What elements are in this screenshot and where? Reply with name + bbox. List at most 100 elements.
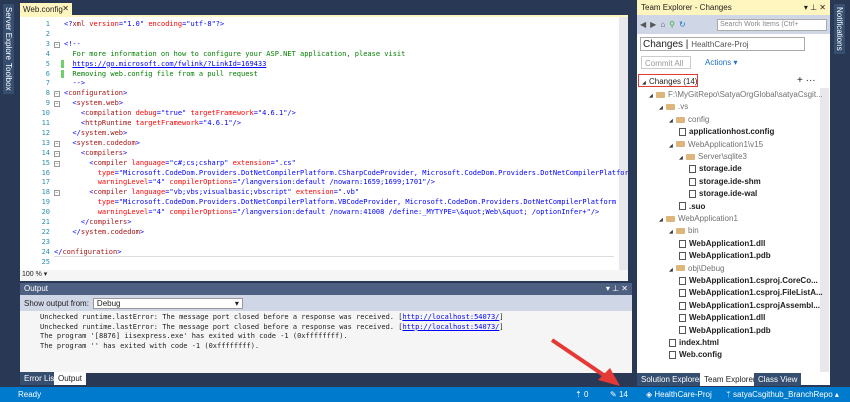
tree-folder[interactable]: ◢ .vs (659, 102, 688, 114)
search-work-items-input[interactable]: Search Work Items (Ctrl+ (717, 18, 827, 31)
code-line: <compilation debug="true" targetFramewor… (64, 109, 296, 118)
file-icon (679, 128, 686, 137)
output-link[interactable]: http://localhost:54073/ (402, 313, 499, 321)
line-number: 7 (45, 79, 50, 88)
tree-file[interactable]: index.html (669, 338, 719, 350)
fold-toggle[interactable]: − (54, 160, 60, 167)
code-editor[interactable]: 1 <?xml version="1.0" encoding="utf-8"?> 2… (20, 15, 628, 270)
tree-file[interactable]: .suo (679, 202, 705, 214)
tree-file[interactable]: WebApplication1.csprojAssembl... (679, 301, 820, 313)
output-title: Output (24, 284, 49, 293)
tree-item-label: storage.ide-shm (699, 176, 761, 186)
unpushed-commits[interactable]: ⇡ 0 (575, 390, 588, 399)
output-source-select[interactable]: Debug ▾ (92, 297, 243, 309)
expand-icon[interactable]: ◢ (649, 93, 656, 99)
tree-file[interactable]: WebApplication1.dll (679, 239, 765, 251)
pending-changes[interactable]: ✎ 14 (610, 390, 628, 399)
page-title[interactable]: Changes | HealthCare-Proj (640, 37, 805, 51)
tree-folder[interactable]: ◢ bin (669, 226, 699, 238)
doc-tab-label: Web.config (23, 5, 63, 14)
tree-file[interactable]: storage.ide-wal (689, 189, 757, 201)
connect-icon[interactable]: ⚲ (669, 20, 675, 29)
refresh-icon[interactable]: ↻ (679, 20, 686, 29)
file-icon (679, 289, 686, 298)
add-icon[interactable]: + ··· (797, 75, 816, 86)
notifications-tab[interactable]: Notifications (834, 4, 845, 54)
tree-folder[interactable]: ◢ F:\MyGitRepo\SatyaOrgGlobal\satyaCsgit.… (649, 90, 823, 102)
tree-file[interactable]: storage.ide (689, 164, 742, 176)
file-icon (679, 252, 686, 261)
expand-icon[interactable]: ◢ (669, 267, 676, 273)
tree-item-label: WebApplication1.pdb (689, 325, 771, 335)
expand-icon[interactable]: ◢ (669, 229, 676, 235)
expand-icon[interactable]: ◢ (669, 118, 676, 124)
expand-icon[interactable]: ◢ (659, 217, 666, 223)
tree-folder[interactable]: ◢ WebApplication1 (659, 214, 738, 226)
tree-folder[interactable]: ◢ config (669, 115, 709, 127)
tree-file[interactable]: WebApplication1.dll (679, 313, 765, 325)
line-number: 18 (41, 188, 50, 197)
expand-icon[interactable]: ◢ (669, 143, 676, 149)
fold-toggle[interactable]: − (54, 140, 60, 147)
line-number: 16 (41, 168, 50, 177)
status-project[interactable]: ◈ HealthCare-Proj (646, 390, 712, 399)
fold-toggle[interactable]: − (54, 41, 60, 48)
actions-label: Actions (705, 58, 732, 67)
tree-file[interactable]: WebApplication1.pdb (679, 326, 771, 338)
line-number: 14 (41, 148, 50, 157)
fold-toggle[interactable]: − (54, 91, 60, 98)
status-branch[interactable]: ᛘ satyaCsgithub_BranchRepo ▴ (726, 390, 839, 399)
tab-class-view[interactable]: Class View (754, 373, 802, 386)
line-number: 6 (45, 69, 50, 78)
tree-file[interactable]: WebApplication1.pdb (679, 251, 771, 263)
close-icon[interactable]: ✕ (62, 4, 69, 13)
tree-file[interactable]: WebApplication1.csproj.FileListA... (679, 288, 823, 300)
folder-icon (676, 265, 685, 272)
tree-scrollbar[interactable] (820, 88, 829, 372)
folder-icon (686, 153, 695, 160)
fold-toggle[interactable]: − (54, 190, 60, 197)
fold-toggle[interactable]: − (54, 150, 60, 157)
server-explorer-tab[interactable]: Server Explorer (3, 4, 14, 66)
zoom-level[interactable]: 100 % (20, 271, 42, 278)
code-line: <httpRuntime targetFramework="4.6.1"/> (64, 119, 242, 127)
tree-file[interactable]: storage.ide-shm (689, 177, 761, 189)
code-line: <compiler language="c#;cs;csharp" extens… (64, 158, 296, 167)
line-number: 5 (45, 59, 50, 68)
actions-menu[interactable]: Actions ▾ (705, 58, 737, 67)
editor-scrollbar[interactable] (619, 17, 628, 270)
expand-icon[interactable]: ◢ (679, 155, 686, 161)
forward-icon[interactable]: ▶ (650, 20, 656, 29)
tab-output[interactable]: Output (54, 372, 87, 385)
output-link[interactable]: http://localhost:54073/ (402, 323, 499, 331)
output-source-value: Debug (96, 298, 121, 308)
fold-toggle[interactable]: − (54, 101, 60, 108)
tree-file[interactable]: WebApplication1.csproj.CoreCo... (679, 276, 818, 288)
tab-solution-explorer[interactable]: Solution Explorer (637, 373, 706, 386)
code-line: <system.codedom> (64, 138, 140, 147)
tree-folder[interactable]: ◢ Server\sqlite3 (679, 152, 747, 164)
tree-item-label: WebApplication1.dll (689, 313, 766, 323)
commit-all-button[interactable]: Commit All (641, 56, 691, 69)
back-icon[interactable]: ◀ (640, 20, 646, 29)
tree-folder[interactable]: ◢ obj\Debug (669, 264, 724, 276)
tree-file[interactable]: Web.config (669, 350, 722, 362)
folder-icon (666, 104, 675, 111)
close-icon[interactable]: ▾ ⊥ ✕ (804, 3, 826, 12)
expand-icon[interactable]: ◢ (659, 105, 666, 111)
code-line: <compilers> (64, 148, 128, 157)
toolbox-tab[interactable]: Toolbox (3, 60, 14, 94)
show-output-label: Show output from: (24, 298, 89, 308)
tree-file[interactable]: applicationhost.config (679, 127, 774, 139)
tree-item-label: WebApplication1.pdb (689, 251, 771, 261)
close-icon[interactable]: ▾ ⊥ ✕ (606, 284, 628, 293)
tab-team-explorer[interactable]: Team Explorer (700, 373, 760, 386)
line-number: 11 (41, 119, 50, 127)
file-icon (689, 165, 696, 174)
changes-header[interactable]: ◢ Changes (14) (642, 77, 697, 86)
tree-folder[interactable]: ◢ WebApplication1\v15 (669, 140, 763, 152)
folder-icon (656, 91, 665, 98)
home-icon[interactable]: ⌂ (660, 20, 665, 29)
line-number: 9 (45, 99, 50, 108)
line-number: 23 (41, 237, 50, 246)
